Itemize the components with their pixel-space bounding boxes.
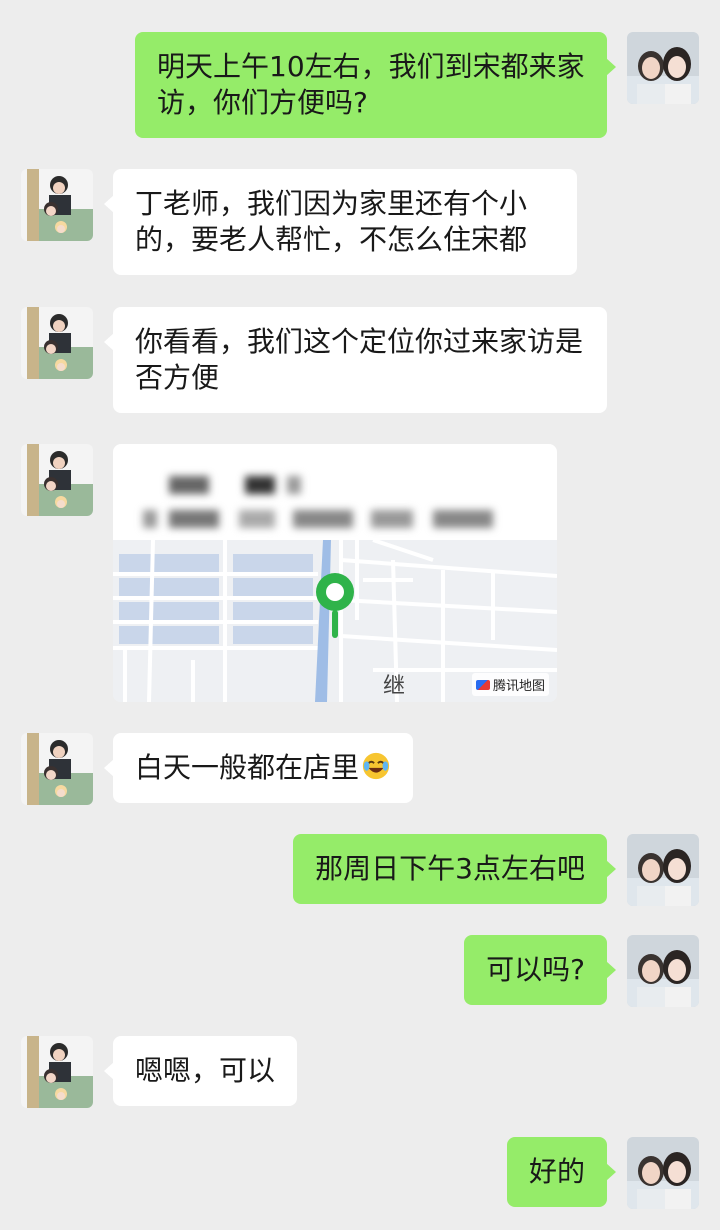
message-bubble-incoming[interactable]: 嗯嗯，可以 <box>103 1036 298 1106</box>
map-preview[interactable]: 继 腾讯地图 <box>113 538 557 702</box>
tencent-maps-logo: 腾讯地图 <box>471 673 549 696</box>
avatar-photo-icon <box>627 32 699 104</box>
redacted-text <box>169 476 301 494</box>
message-bubble-incoming[interactable]: 白天一般都在店里 <box>103 733 414 803</box>
contact-avatar[interactable] <box>21 444 93 516</box>
avatar-photo-icon <box>21 1036 93 1108</box>
avatar-photo-icon <box>627 1137 699 1209</box>
location-address-blurred <box>143 506 523 532</box>
contact-avatar[interactable] <box>21 169 93 241</box>
my-avatar[interactable] <box>627 935 699 1007</box>
my-avatar[interactable] <box>627 834 699 906</box>
message-bubble-outgoing[interactable]: 那周日下午3点左右吧 <box>293 834 616 904</box>
message-text: 那周日下午3点左右吧 <box>315 852 585 885</box>
message-bubble-incoming[interactable]: 你看看，我们这个定位你过来家访是否方便 <box>104 307 607 413</box>
map-provider-label: 腾讯地图 <box>492 679 545 694</box>
avatar-photo-icon <box>21 444 93 516</box>
avatar-photo-icon <box>627 935 699 1007</box>
my-avatar[interactable] <box>627 1137 699 1209</box>
message-text: 好的 <box>528 1155 585 1188</box>
message-text: 丁老师，我们因为家里还有个小的，要老人帮忙，不怎么住宋都 <box>135 187 528 256</box>
contact-avatar[interactable] <box>21 1036 93 1108</box>
message-text: 嗯嗯，可以 <box>135 1054 276 1087</box>
message-bubble-incoming[interactable]: 丁老师，我们因为家里还有个小的，要老人帮忙，不怎么住宋都 <box>104 169 577 275</box>
face-with-tears-of-joy-icon <box>362 752 390 780</box>
message-text: 可以吗? <box>486 953 585 986</box>
avatar-photo-icon <box>627 834 699 906</box>
location-title-blurred <box>169 470 369 500</box>
location-message-card[interactable]: 继 腾讯地图 <box>113 444 557 702</box>
map-place-label: 继 <box>383 674 406 699</box>
avatar-photo-icon <box>21 169 93 241</box>
tencent-maps-logo-icon <box>475 679 490 690</box>
message-bubble-outgoing[interactable]: 可以吗? <box>464 935 616 1005</box>
message-text: 明天上午10左右，我们到宋都来家访，你们方便吗? <box>157 50 585 119</box>
redacted-text <box>143 510 493 528</box>
message-text: 白天一般都在店里 <box>135 751 360 784</box>
message-bubble-outgoing[interactable]: 明天上午10左右，我们到宋都来家访，你们方便吗? <box>135 32 616 138</box>
message-bubble-outgoing[interactable]: 好的 <box>506 1137 617 1207</box>
avatar-photo-icon <box>21 307 93 379</box>
my-avatar[interactable] <box>627 32 699 104</box>
contact-avatar[interactable] <box>21 733 93 805</box>
contact-avatar[interactable] <box>21 307 93 379</box>
message-text: 你看看，我们这个定位你过来家访是否方便 <box>135 325 584 394</box>
avatar-photo-icon <box>21 733 93 805</box>
